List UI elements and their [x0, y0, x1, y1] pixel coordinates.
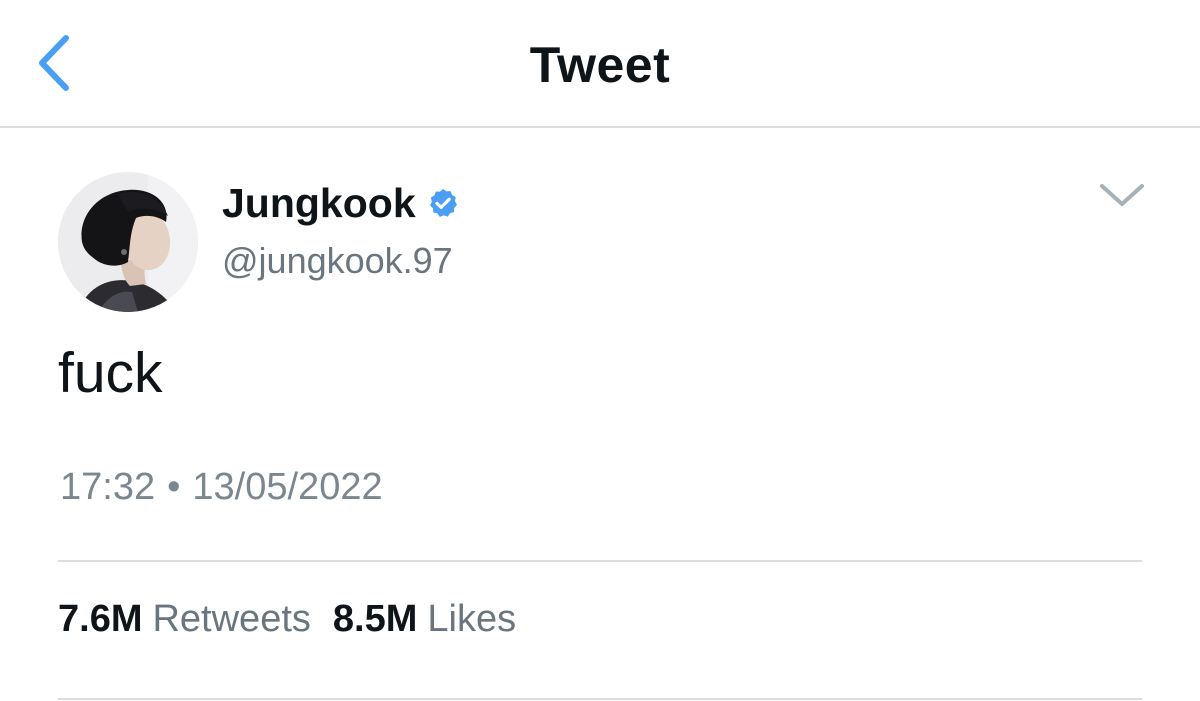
- display-name[interactable]: Jungkook: [222, 180, 416, 227]
- tweet-detail-screen: Tweet Jungkook @jungkook.97 fuck 17:32 •…: [0, 0, 1200, 701]
- divider: [58, 560, 1142, 562]
- avatar[interactable]: [58, 172, 198, 312]
- retweets-count: 7.6M: [58, 598, 143, 640]
- author-name-row[interactable]: Jungkook: [222, 178, 459, 228]
- tweet-date: 13/05/2022: [192, 466, 383, 508]
- timestamp-separator: •: [167, 466, 181, 508]
- likes-stat[interactable]: 8.5M Likes: [333, 598, 516, 641]
- avatar-image: [58, 172, 198, 312]
- likes-label: Likes: [427, 598, 517, 640]
- chevron-down-icon: [1100, 184, 1144, 206]
- likes-count: 8.5M: [332, 598, 418, 640]
- retweets-stat[interactable]: 7.6M Retweets: [58, 598, 311, 641]
- tweet-time: 17:32: [60, 466, 156, 508]
- timestamp: 17:32 • 13/05/2022: [60, 466, 383, 509]
- engagement-stats: 7.6M Retweets 8.5M Likes: [58, 598, 538, 641]
- verified-badge-icon: [427, 187, 459, 219]
- more-options-button[interactable]: [1094, 176, 1150, 216]
- navigation-bar: Tweet: [0, 0, 1200, 128]
- user-handle[interactable]: @jungkook.97: [222, 240, 453, 282]
- retweets-label: Retweets: [152, 598, 311, 640]
- page-title: Tweet: [529, 37, 671, 93]
- tweet-text: fuck: [58, 341, 163, 405]
- divider: [58, 698, 1142, 700]
